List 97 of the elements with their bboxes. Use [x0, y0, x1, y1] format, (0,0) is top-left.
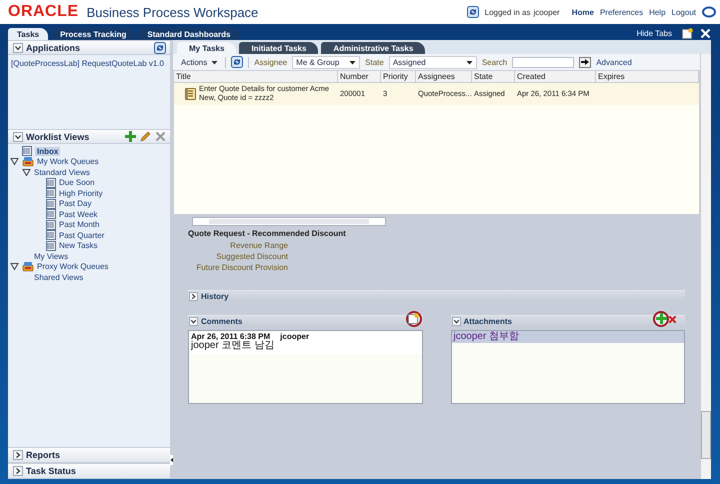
header-link[interactable]: Preferences [600, 8, 644, 16]
column-header[interactable]: Title [174, 71, 338, 82]
section-title[interactable]: Comments [201, 317, 242, 326]
panel-title[interactable]: Worklist Views [26, 132, 90, 142]
queue-icon [22, 156, 34, 168]
delete-icon[interactable] [155, 131, 166, 142]
collapse-icon[interactable] [189, 316, 199, 326]
main-tab[interactable]: Standard Dashboards [138, 28, 240, 40]
add-attachment-button[interactable] [653, 310, 669, 326]
tree-item[interactable]: My Views [34, 252, 68, 261]
application-link[interactable]: [QuoteProcessLab] RequestQuoteLab v1.0 [11, 59, 164, 68]
header-link[interactable]: Help [649, 8, 666, 16]
main-tab[interactable]: Process Tracking [51, 28, 136, 40]
caret-icon [349, 60, 356, 64]
user-name: jcooper [533, 8, 560, 16]
section-title[interactable]: Attachments [464, 317, 512, 326]
panel-title[interactable]: Task Status [26, 466, 76, 476]
oracle-logo: ORACLE [8, 3, 79, 21]
column-header[interactable]: Expires [596, 71, 699, 82]
expand-icon[interactable] [13, 450, 23, 460]
pencil-icon[interactable] [140, 131, 151, 142]
actions-menu[interactable]: Actions [179, 58, 220, 66]
tree-item[interactable]: Past Day [59, 199, 92, 208]
list-icon [46, 240, 56, 251]
collapse-icon[interactable] [13, 42, 23, 52]
comment-date: Apr 26, 2011 6:38 PM [191, 332, 270, 341]
note-icon[interactable] [682, 28, 693, 39]
tree-item[interactable]: Past Week [59, 210, 98, 219]
column-header[interactable]: Created [515, 71, 596, 82]
tree-item[interactable]: High Priority [59, 188, 103, 198]
field-label: Revenue Range [230, 241, 288, 250]
field-label: Search [482, 58, 508, 66]
collapse-icon[interactable] [452, 316, 462, 326]
expand-icon[interactable] [13, 466, 23, 476]
section-title: Quote Request - Recommended Discount [188, 229, 347, 238]
tree-item[interactable]: Inbox [35, 146, 60, 156]
search-go-button[interactable] [579, 56, 592, 68]
caret-icon [466, 60, 473, 64]
attachment-link[interactable]: jcooper 첨부함 [452, 331, 684, 343]
scrollbar[interactable] [700, 54, 711, 479]
comment-text: jooper 코멘트 남김 [191, 341, 276, 351]
task-tab[interactable]: Initiated Tasks [239, 42, 318, 54]
tree-item[interactable]: Past Quarter [59, 230, 104, 240]
advanced-link[interactable]: Advanced [596, 58, 632, 66]
field-label: State [365, 58, 384, 66]
close-icon[interactable] [700, 28, 711, 39]
task-tab[interactable]: My Tasks [177, 42, 236, 54]
expanded-triangle-icon[interactable] [22, 168, 31, 177]
tree-item[interactable]: Proxy Work Queues [37, 262, 108, 272]
add-comment-button[interactable] [406, 310, 422, 326]
comment-author: jcooper [280, 332, 310, 341]
list-icon [46, 220, 56, 230]
refresh-icon[interactable] [154, 42, 166, 54]
task-tab[interactable]: Administrative Tasks [321, 42, 426, 54]
list-icon [46, 178, 56, 188]
delete-icon[interactable] [668, 314, 678, 324]
tree-item[interactable]: Standard Views [34, 168, 90, 177]
list-icon [46, 230, 56, 240]
tree-item[interactable]: New Tasks [59, 241, 98, 250]
list-icon [46, 198, 56, 209]
assignee-dropdown[interactable]: Me & Group [292, 56, 360, 68]
state-dropdown[interactable]: Assigned [388, 56, 477, 68]
field-label: Assignee [254, 58, 288, 66]
search-field[interactable] [512, 56, 574, 68]
column-header[interactable]: Assignees [416, 71, 472, 82]
main-tab[interactable]: Tasks [8, 28, 48, 40]
header-link[interactable]: Home [572, 8, 594, 16]
app-title: Business Process Workspace [86, 4, 258, 20]
caret-icon [211, 60, 218, 64]
add-icon[interactable] [125, 131, 136, 142]
list-icon [46, 209, 56, 220]
panel-title[interactable]: Applications [26, 42, 80, 52]
list-icon [46, 188, 56, 198]
tree-item[interactable]: Due Soon [59, 178, 95, 188]
column-header[interactable]: Priority [381, 71, 416, 82]
list-icon [22, 146, 32, 156]
tree-item[interactable]: My Work Queues [37, 157, 99, 166]
expanded-triangle-icon[interactable] [10, 262, 19, 272]
header-link[interactable]: Logout [672, 8, 696, 16]
tree-item[interactable]: Past Month [59, 220, 100, 230]
expanded-triangle-icon[interactable] [10, 157, 19, 166]
collapse-icon[interactable] [13, 132, 23, 142]
oracle-ring-icon [702, 6, 716, 18]
queue-icon [22, 261, 34, 272]
tree-item[interactable]: Shared Views [34, 272, 84, 282]
expand-icon[interactable] [189, 292, 199, 302]
refresh-icon[interactable] [231, 56, 244, 68]
section-title[interactable]: History [201, 292, 229, 301]
field-label: Suggested Discount [216, 252, 288, 261]
scrollbar[interactable] [192, 217, 386, 226]
column-header[interactable]: State [472, 71, 515, 82]
hide-tabs-link[interactable]: Hide Tabs [636, 29, 672, 38]
column-header[interactable]: Number [338, 71, 381, 82]
field-label: Future Discount Provision [196, 263, 288, 272]
login-label: Logged in as [484, 8, 530, 16]
task-icon [185, 88, 196, 100]
panel-title[interactable]: Reports [26, 450, 60, 460]
